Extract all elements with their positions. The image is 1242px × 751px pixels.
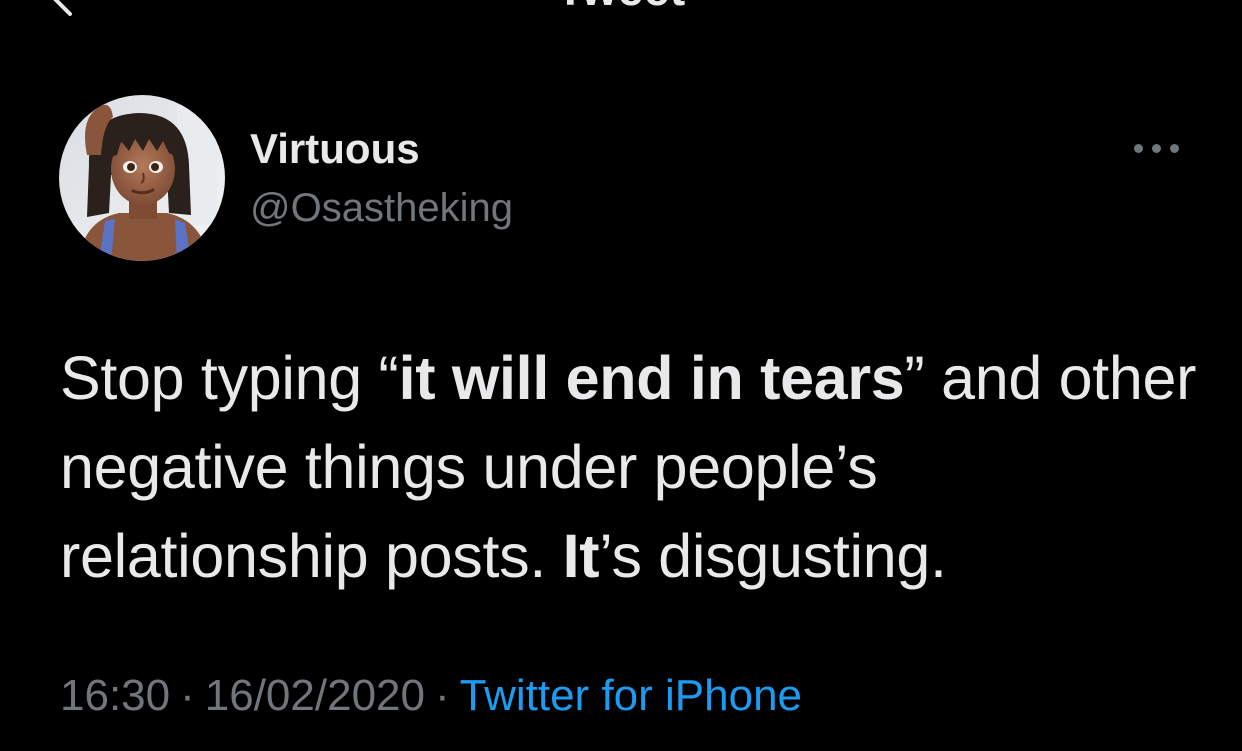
tweet-detail: Virtuous @Osastheking Stop typing “it wi… (0, 0, 1242, 751)
tweet-source-link[interactable]: Twitter for iPhone (460, 671, 802, 720)
tweet-text-bold-segment: it will end in tears (398, 344, 905, 412)
more-dot (1170, 144, 1179, 153)
more-dot (1134, 144, 1143, 153)
meta-separator: · (180, 671, 195, 720)
more-dot (1152, 144, 1161, 153)
profile-avatar[interactable] (59, 95, 225, 261)
avatar-image (59, 95, 225, 261)
tweet-metadata: 16:30 · 16/02/2020 · Twitter for iPhone (60, 666, 802, 726)
tweet-date[interactable]: 16/02/2020 (205, 671, 425, 720)
meta-separator: · (434, 671, 450, 720)
author-display-name[interactable]: Virtuous (250, 124, 420, 174)
tweet-text-bold-segment: It (562, 522, 600, 590)
tweet-text-segment: Stop typing “ (60, 344, 399, 412)
tweet-text-segment: ’s disgusting. (599, 522, 947, 590)
more-options-icon[interactable] (1128, 130, 1184, 166)
tweet-time[interactable]: 16:30 (60, 671, 170, 720)
tweet-text: Stop typing “it will end in tears” and o… (60, 334, 1200, 601)
author-handle[interactable]: @Osastheking (250, 183, 513, 233)
